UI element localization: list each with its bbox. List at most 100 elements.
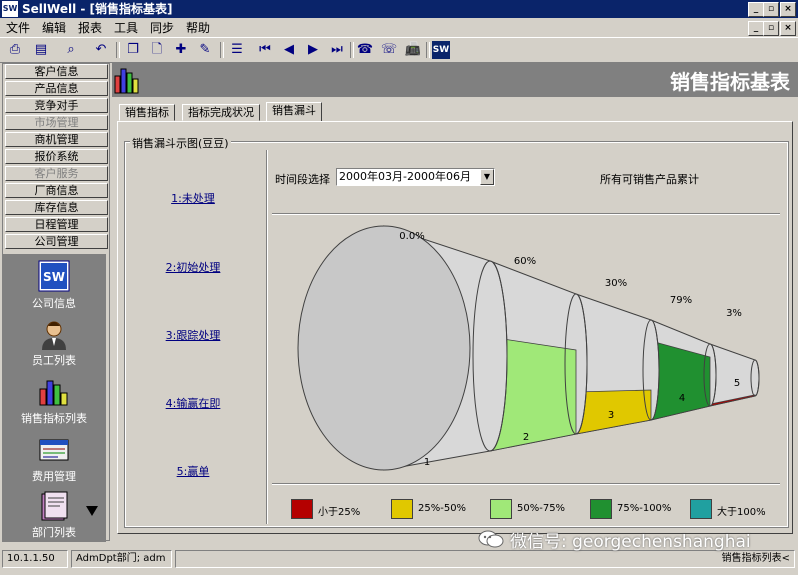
sidebar-panel-department[interactable]: 部门列表 [2, 524, 106, 540]
sidebar-panel-sales-target[interactable]: 销售指标列表 [2, 410, 106, 426]
period-label: 时间段选择 [275, 173, 330, 186]
sidebar-panel-employee[interactable]: 员工列表 [2, 352, 106, 368]
menu-edit[interactable]: 编辑 [42, 20, 66, 36]
stage-link-4[interactable]: 4:输赢在即 [143, 395, 243, 411]
stage-number: 3 [608, 410, 614, 421]
legend-swatch [690, 499, 712, 519]
sidebar-item-schedule[interactable]: 日程管理 [5, 217, 108, 232]
sidebar-panel-expense[interactable]: 费用管理 [2, 468, 106, 484]
sidebar-item-service[interactable]: 客户服务 [5, 166, 108, 181]
status-user: AdmDpt部门; adm [71, 550, 172, 568]
print-icon[interactable]: ⎙ [6, 41, 24, 59]
page-title: 销售指标基表 [670, 70, 790, 94]
first-record-icon[interactable]: ⏮ [256, 41, 274, 59]
menu-file[interactable]: 文件 [6, 20, 30, 36]
expense-icon[interactable] [38, 434, 70, 466]
department-icon[interactable] [38, 490, 70, 522]
stage-number: 2 [523, 432, 529, 443]
sidebar-item-marketing[interactable]: 市场管理 [5, 115, 108, 130]
stage-link-5[interactable]: 5:赢单 [143, 463, 243, 479]
sidebar-item-company[interactable]: 公司管理 [5, 234, 108, 249]
next-record-icon[interactable]: ▶ [304, 41, 322, 59]
sidebar-item-customer[interactable]: 客户信息 [5, 64, 108, 79]
percent-label: 0.0% [399, 231, 424, 242]
funnel-group-label: 销售漏斗示图(豆豆) [130, 135, 231, 151]
sidebar-item-opportunity[interactable]: 商机管理 [5, 132, 108, 147]
funnel-chart: 0.0% 60% 30% 79% 3% 1 2 3 4 5 [297, 225, 760, 471]
last-record-icon[interactable]: ⏭ [328, 41, 346, 59]
stage-link-2[interactable]: 2:初始处理 [143, 259, 243, 275]
toolbar-separator [116, 42, 120, 58]
stage-number: 4 [679, 393, 685, 404]
sales-chart-icon[interactable] [38, 375, 70, 407]
window-title: SellWell - [销售指标基表] [22, 2, 173, 16]
tab-target-status[interactable]: 指标完成状况 [182, 104, 260, 121]
prev-record-icon[interactable]: ◀ [280, 41, 298, 59]
percent-label: 3% [726, 308, 742, 319]
scope-label: 所有可销售产品累计 [600, 173, 699, 186]
close-button[interactable]: × [780, 2, 796, 17]
toolbar-separator [350, 42, 354, 58]
status-current: 销售指标列表< [175, 550, 795, 568]
percent-label: 79% [670, 295, 692, 306]
sidebar-item-product[interactable]: 产品信息 [5, 81, 108, 96]
stage-number: 5 [734, 378, 740, 389]
app-icon: SW [2, 1, 18, 17]
funnel-front-face [297, 225, 471, 471]
sales-chart-icon [114, 66, 144, 94]
list-icon[interactable]: ☰ [228, 41, 246, 59]
legend-swatch [291, 499, 313, 519]
tab-sales-target[interactable]: 销售指标 [119, 104, 175, 121]
minimize-button[interactable]: _ [748, 2, 764, 17]
sidebar-item-vendor[interactable]: 厂商信息 [5, 183, 108, 198]
wechat-icon [478, 530, 504, 548]
title-bar: SW SellWell - [销售指标基表] _ ▫ × [0, 0, 798, 18]
copy-icon[interactable]: ❐ [124, 41, 142, 59]
horizontal-divider [272, 213, 780, 215]
fax-icon[interactable]: 📠 [404, 41, 422, 59]
legend-label: 75%-100% [617, 503, 672, 514]
legend-label: 大于100% [717, 507, 766, 518]
scroll-down-arrow-icon[interactable] [86, 506, 98, 516]
dropdown-arrow-icon[interactable]: ▼ [480, 169, 494, 185]
sidebar-item-competitor[interactable]: 竞争对手 [5, 98, 108, 113]
horizontal-divider [272, 483, 780, 485]
menu-tools[interactable]: 工具 [114, 20, 138, 36]
percent-label: 60% [514, 256, 536, 267]
tab-sales-funnel[interactable]: 销售漏斗 [266, 102, 322, 122]
toolbar-separator [220, 42, 224, 58]
new-icon[interactable]: 🗋 [148, 41, 166, 59]
menu-bar: 文件 编辑 报表 工具 同步 帮助 _ ▫ × [0, 18, 798, 37]
menu-help[interactable]: 帮助 [186, 20, 210, 36]
find-icon[interactable]: ⌕ [62, 41, 80, 59]
company-info-icon[interactable]: SW [38, 260, 70, 292]
stage-link-3[interactable]: 3:跟踪处理 [143, 327, 243, 343]
percent-label: 30% [605, 278, 627, 289]
legend-swatch [590, 499, 612, 519]
restore-button[interactable]: ▫ [763, 2, 779, 17]
sidebar-item-quote[interactable]: 报价系统 [5, 149, 108, 164]
stage-number: 1 [424, 457, 430, 468]
stage-link-1[interactable]: 1:未处理 [143, 190, 243, 206]
mdi-minimize-button[interactable]: _ [748, 21, 764, 36]
sidebar-panel-company-info[interactable]: 公司信息 [2, 295, 106, 311]
phone-icon[interactable]: ☎ [356, 41, 374, 59]
menu-report[interactable]: 报表 [78, 20, 102, 36]
legend-swatch [490, 499, 512, 519]
mdi-restore-button[interactable]: ▫ [763, 21, 779, 36]
legend-label: 小于25% [318, 507, 361, 518]
print-preview-icon[interactable]: ▤ [32, 41, 50, 59]
period-select[interactable]: 2000年03月-2000年06月 ▼ [336, 168, 495, 186]
page-header: 销售指标基表 [112, 63, 798, 97]
undo-icon[interactable]: ↶ [92, 41, 110, 59]
edit-icon[interactable]: ✎ [196, 41, 214, 59]
status-ip: 10.1.1.50 [2, 550, 68, 568]
menu-sync[interactable]: 同步 [150, 20, 174, 36]
employee-icon[interactable] [38, 318, 70, 350]
sellwell-icon[interactable]: SW [432, 41, 450, 59]
phone2-icon[interactable]: ☏ [380, 41, 398, 59]
sidebar-panel: SW 公司信息 员工列表 销售指标列表 费用管理 部门列表 [2, 254, 106, 542]
mdi-close-button[interactable]: × [780, 21, 796, 36]
sidebar-item-inventory[interactable]: 库存信息 [5, 200, 108, 215]
add-icon[interactable]: ✚ [172, 41, 190, 59]
